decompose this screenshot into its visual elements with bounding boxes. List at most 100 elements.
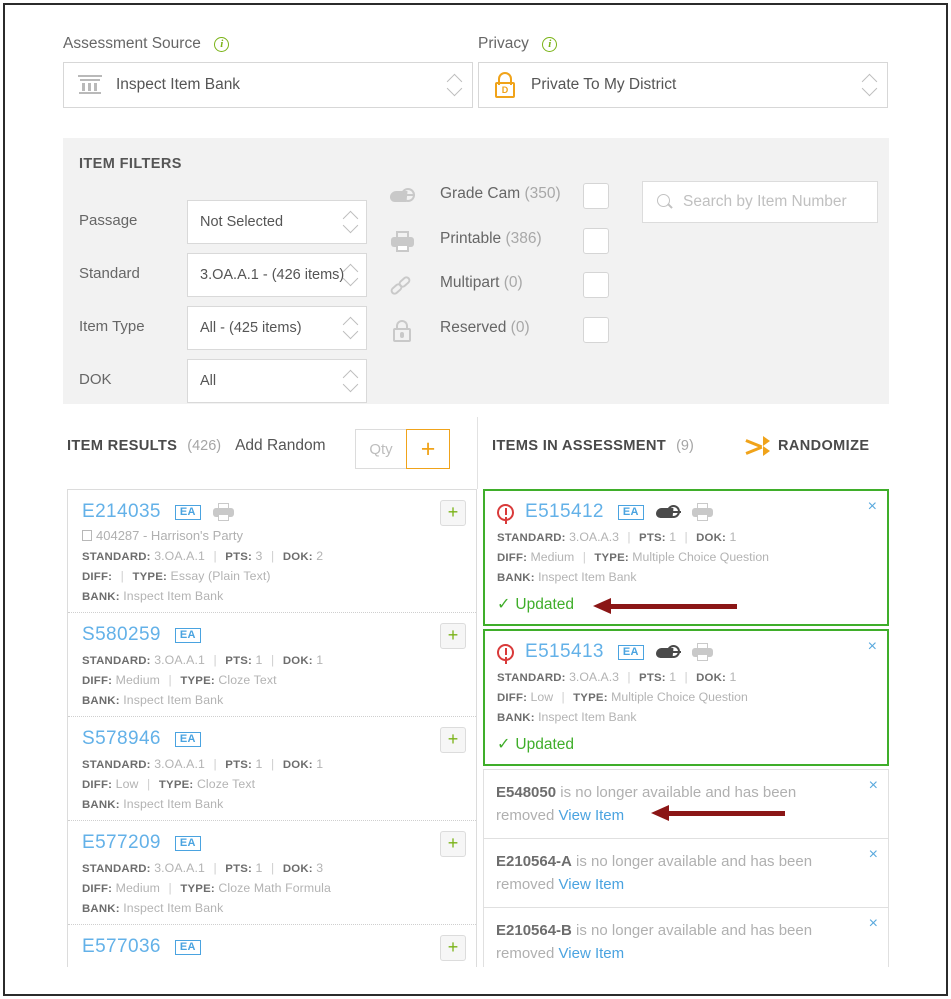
filter-gradecam[interactable]: Grade Cam (350) — [390, 180, 630, 225]
add-item-button[interactable]: + — [440, 831, 466, 857]
standard-label: Standard — [79, 265, 140, 282]
reserved-checkbox[interactable] — [583, 317, 609, 343]
chevron-updown-icon[interactable] — [863, 73, 877, 97]
item-type: Multiple Choice Question — [632, 550, 769, 564]
item-id[interactable]: S578946 — [82, 728, 161, 750]
chevron-updown-icon[interactable] — [344, 263, 358, 287]
item-pts: 3 — [256, 549, 263, 563]
view-item-link[interactable]: View Item — [559, 876, 625, 893]
list-item[interactable]: E214035 EA 404287 - Harrison's Party STA… — [68, 490, 476, 613]
printer-icon — [213, 502, 235, 522]
privacy-select[interactable]: D Private To My District — [478, 62, 888, 108]
dismiss-removed-button[interactable]: × — [869, 778, 878, 794]
dok-key: DOK: — [283, 551, 313, 563]
gradecam-count: (350) — [524, 185, 560, 202]
reserved-count: (0) — [511, 319, 530, 336]
view-item-link[interactable]: View Item — [559, 807, 625, 824]
item-diff: Low — [531, 690, 554, 704]
type-key: TYPE: — [159, 779, 194, 791]
info-icon[interactable]: i — [542, 37, 557, 52]
randomize-button[interactable]: RANDOMIZE — [745, 437, 869, 455]
search-item-number-field[interactable]: Search by Item Number — [642, 181, 878, 223]
assessment-item[interactable]: E515413 EA STANDARD: 3.OA.A.3 | PTS: 1 |… — [483, 629, 889, 766]
info-icon[interactable]: i — [214, 37, 229, 52]
filter-row-passage: Passage Not Selected — [79, 200, 429, 244]
add-random-button[interactable]: + — [406, 429, 450, 469]
filter-multipart[interactable]: Multipart (0) — [390, 269, 630, 314]
item-id[interactable]: S580259 — [82, 624, 161, 646]
standard-key: STANDARD: — [82, 655, 151, 667]
list-item[interactable]: E577036 EA STANDARD: 3.OA.A.1 | PTS: 1 |… — [68, 925, 476, 967]
removed-item-row: E210564-A is no longer available and has… — [483, 839, 889, 908]
assessment-source-label: Assessment Source — [63, 35, 201, 53]
remove-item-button[interactable]: × — [868, 639, 877, 655]
gradecam-checkbox[interactable] — [583, 183, 609, 209]
list-item[interactable]: S578946 EA STANDARD: 3.OA.A.1 | PTS: 1 |… — [68, 717, 476, 821]
chevron-updown-icon[interactable] — [344, 210, 358, 234]
item-diff: Medium — [531, 550, 575, 564]
multipart-checkbox[interactable] — [583, 272, 609, 298]
reserved-label: Reserved — [440, 319, 506, 336]
add-random-qty-group: Qty + — [355, 429, 450, 469]
item-standard: 3.OA.A.3 — [569, 670, 619, 684]
items-in-assessment-list[interactable]: E515412 EA STANDARD: 3.OA.A.3 | PTS: 1 |… — [483, 489, 889, 967]
item-id[interactable]: E515413 — [525, 641, 604, 663]
add-random-label[interactable]: Add Random — [235, 437, 325, 455]
standard-key: STANDARD: — [82, 759, 151, 771]
add-item-button[interactable]: + — [440, 623, 466, 649]
add-item-button[interactable]: + — [440, 935, 466, 961]
items-in-assessment-header: ITEMS IN ASSESSMENT (9) — [492, 438, 694, 454]
item-type: Multiple Choice Question — [611, 690, 748, 704]
item-dok: 1 — [316, 653, 323, 667]
gradecam-icon — [390, 185, 416, 209]
item-id[interactable]: E577209 — [82, 832, 161, 854]
app-content: Assessment Source i Inspect Item Bank Pr… — [5, 5, 946, 994]
multipart-label: Multipart — [440, 274, 499, 291]
filter-printable[interactable]: Printable (386) — [390, 225, 630, 270]
item-type-select[interactable]: All - (425 items) — [187, 306, 367, 350]
printable-label: Printable — [440, 230, 501, 247]
passage-label: Passage — [79, 212, 137, 229]
list-item[interactable]: S580259 EA STANDARD: 3.OA.A.1 | PTS: 1 |… — [68, 613, 476, 717]
chevron-updown-icon[interactable] — [344, 316, 358, 340]
item-pts: 1 — [256, 965, 263, 967]
dismiss-removed-button[interactable]: × — [869, 847, 878, 863]
standard-select[interactable]: 3.OA.A.1 - (426 items) — [187, 253, 367, 297]
qty-input[interactable]: Qty — [355, 429, 406, 469]
standard-value: 3.OA.A.1 - (426 items) — [200, 267, 344, 283]
chevron-updown-icon[interactable] — [448, 73, 462, 97]
item-dok: 1 — [729, 670, 736, 684]
removed-item-id: E210564-A — [496, 853, 572, 870]
assessment-source-select[interactable]: Inspect Item Bank — [63, 62, 473, 108]
dok-key: DOK: — [696, 532, 726, 544]
item-id[interactable]: E515412 — [525, 501, 604, 523]
bank-key: BANK: — [497, 712, 535, 724]
view-item-link[interactable]: View Item — [559, 945, 625, 962]
type-key: TYPE: — [573, 692, 608, 704]
item-id[interactable]: E577036 — [82, 936, 161, 958]
filter-reserved[interactable]: Reserved (0) — [390, 314, 630, 359]
diff-key: DIFF: — [497, 552, 527, 564]
separator: | — [213, 653, 216, 667]
separator: | — [627, 670, 630, 684]
chevron-updown-icon[interactable] — [344, 369, 358, 393]
item-results-list[interactable]: E214035 EA 404287 - Harrison's Party STA… — [67, 489, 477, 967]
item-bank: Inspect Item Bank — [123, 901, 223, 915]
dok-select[interactable]: All — [187, 359, 367, 403]
alert-icon — [497, 644, 514, 661]
dismiss-removed-button[interactable]: × — [869, 916, 878, 932]
assessment-source-value: Inspect Item Bank — [116, 76, 448, 94]
passage-select[interactable]: Not Selected — [187, 200, 367, 244]
add-item-button[interactable]: + — [440, 727, 466, 753]
list-item[interactable]: E577209 EA STANDARD: 3.OA.A.1 | PTS: 1 |… — [68, 821, 476, 925]
item-id[interactable]: E214035 — [82, 501, 161, 523]
removed-item-row: E210564-B is no longer available and has… — [483, 908, 889, 967]
dok-value: All — [200, 373, 344, 389]
status-badge: ✓Updated — [497, 734, 875, 754]
gradecam-icon — [656, 502, 681, 522]
add-item-button[interactable]: + — [440, 500, 466, 526]
status-text: Updated — [515, 596, 574, 613]
printable-checkbox[interactable] — [583, 228, 609, 254]
arrow-to-view-item-link — [651, 808, 785, 818]
remove-item-button[interactable]: × — [868, 499, 877, 515]
